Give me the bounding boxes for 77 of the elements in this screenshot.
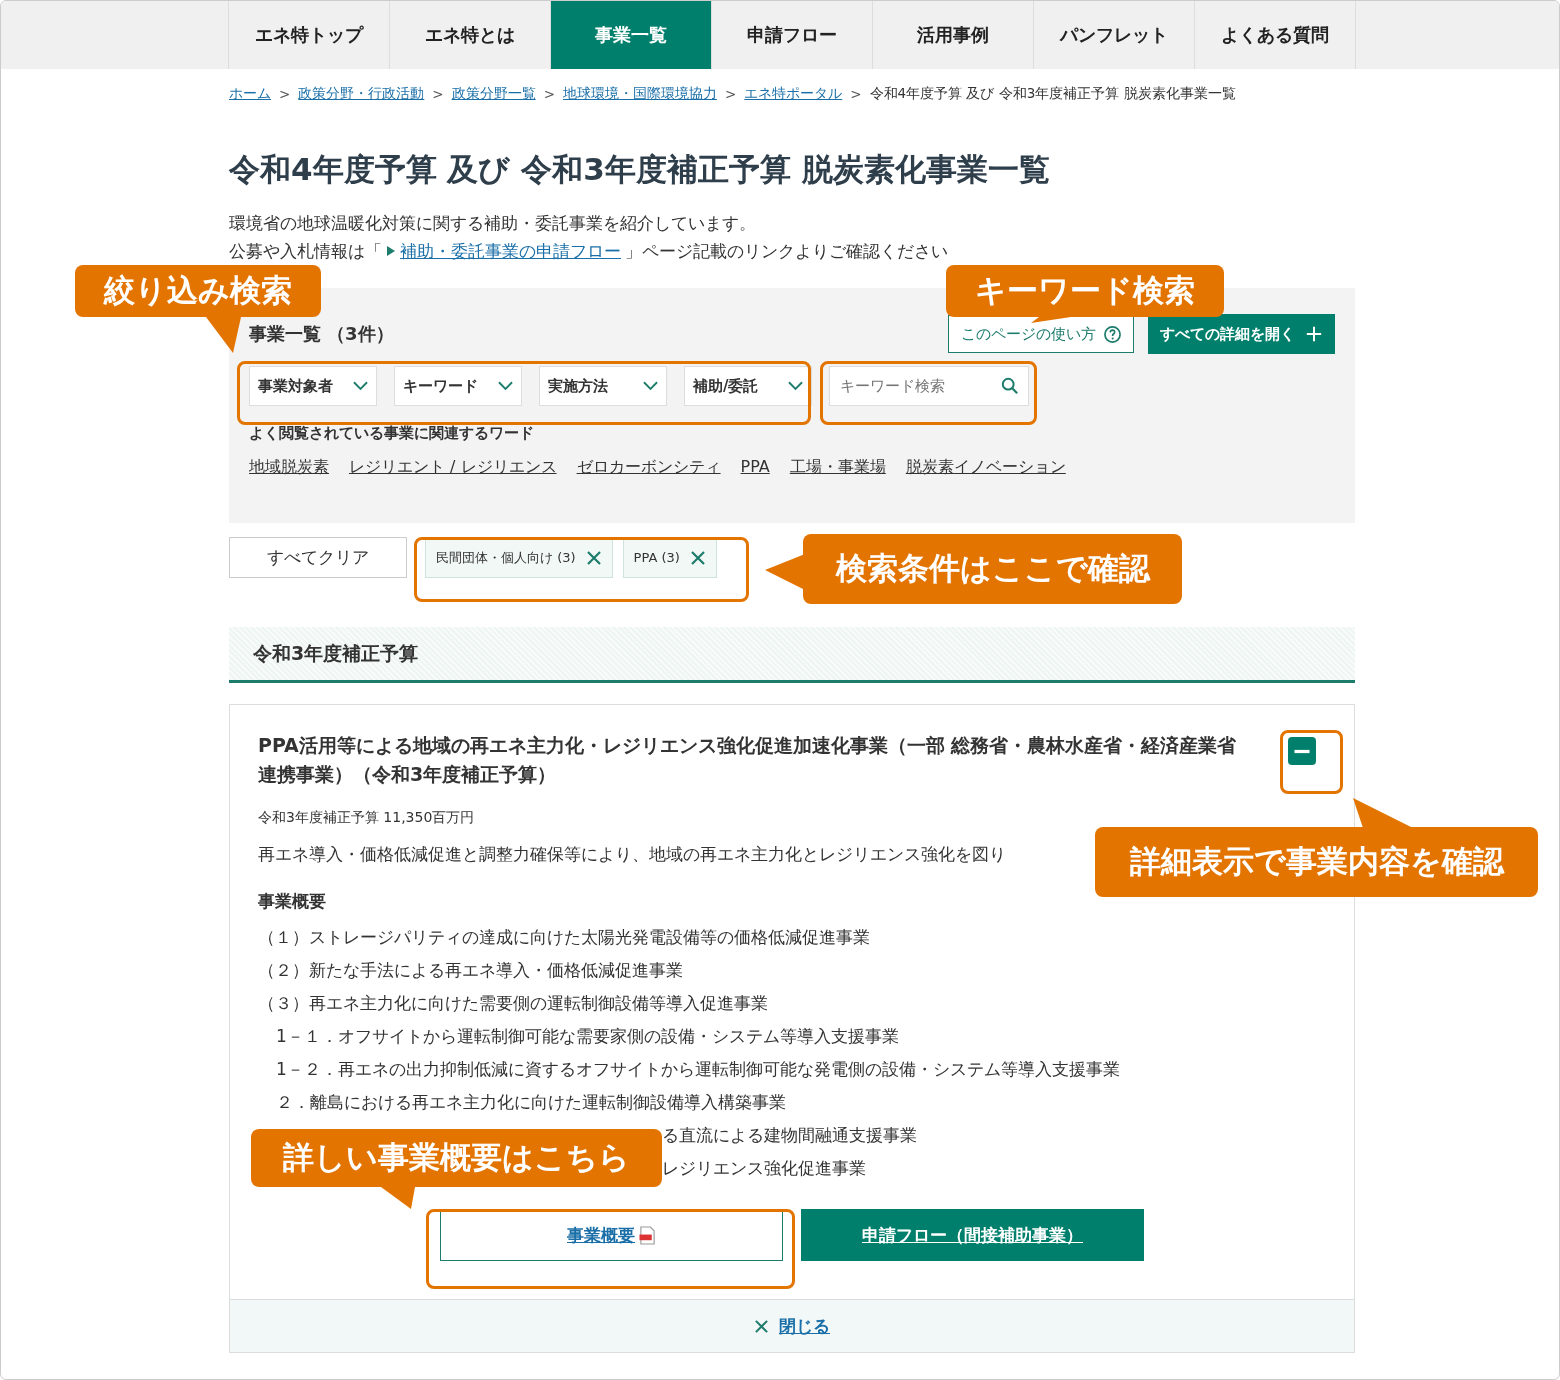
filter-dropdown[interactable]: 事業対象者 [249,366,377,406]
breadcrumb-current: 令和4年度予算 及び 令和3年度補正予算 脱炭素化事業一覧 [869,85,1236,103]
outline-item: （１）ストレージパリティの達成に向けた太陽光発電設備等の価格低減促進事業 [258,926,871,949]
result-count: （3件） [327,322,394,346]
chevron-down-icon [353,381,368,391]
nav-tab[interactable]: パンフレット [1033,1,1194,69]
close-icon [585,549,602,566]
breadcrumb-link[interactable]: 地球環境・国際環境協力 [562,85,717,103]
callout-pointer [1353,798,1413,828]
triangle-icon [386,245,396,257]
section-heading: 令和3年度補正予算 [229,627,1355,683]
intro-text: 環境省の地球温暖化対策に関する補助・委託事業を紹介しています。 [229,212,757,235]
outline-item: ２．離島における再エネ主力化に向けた運転制御設備導入構築事業 [276,1091,787,1114]
breadcrumb-separator: > [724,86,737,102]
breadcrumb-separator: > [279,86,291,102]
breadcrumb-separator: > [432,86,444,102]
highlight-frame [1280,730,1343,794]
chevron-down-icon [498,381,513,391]
nav-tab[interactable]: エネ特トップ [228,1,389,69]
callout-pointer [381,1187,415,1209]
keyword-link[interactable]: レジリエント / レジリエンス [349,457,557,478]
callout-pointer [206,317,241,353]
filter-chip[interactable]: 民間団体・個人向け (3) [425,537,613,578]
breadcrumb-separator: > [543,86,555,102]
minus-icon [1294,748,1310,754]
apply-flow-link[interactable]: 補助・委託事業の申請フロー [400,237,621,265]
callout-pointer [1031,317,1071,323]
page-title: 令和4年度予算 及び 令和3年度補正予算 脱炭素化事業一覧 [229,150,1051,189]
keyword-link[interactable]: 脱炭素イノベーション [905,457,1066,478]
list-heading: 事業一覧 [249,322,321,346]
breadcrumb-separator: > [850,86,862,102]
pdf-link-button[interactable]: 事業概要 [440,1209,783,1261]
breadcrumb-link[interactable]: 政策分野一覧 [451,85,536,103]
intro-text: 公募や入札情報は「 [229,240,382,263]
nav-tab[interactable]: よくある質問 [1194,1,1356,69]
filter-dropdown[interactable]: 補助/委託 [684,366,812,406]
nav-tab[interactable]: 活用事例 [872,1,1033,69]
question-icon [1104,325,1121,343]
keyword-link[interactable]: 工場・事業場 [789,457,886,478]
help-button[interactable]: このページの使い方 [948,315,1134,353]
keyword-search-field[interactable]: キーワード検索 [829,366,1029,406]
collapse-toggle-button[interactable] [1288,737,1316,765]
keyword-link[interactable]: 地域脱炭素 [249,457,329,478]
outline-item: レジリエンス強化促進事業 [662,1157,867,1180]
breadcrumb-link[interactable]: エネ特ポータル [744,85,843,103]
keyword-link[interactable]: ゼロカーボンシティ [576,457,721,478]
close-icon [689,549,706,566]
outline-item: 1－２．再エネの出力抑制低減に資するオフサイトから運転制御可能な発電側の設備・システム等導入支援事業 [276,1058,1121,1081]
nav-tab[interactable]: 申請フロー [711,1,872,69]
close-link[interactable]: 閉じる [754,1314,830,1338]
popular-words-heading: よく閲覧されている事業に関連するワード [249,424,535,443]
outline-heading: 事業概要 [258,890,327,913]
breadcrumb-link[interactable]: ホーム [229,85,271,103]
filter-dropdown[interactable]: キーワード [394,366,522,406]
expand-all-button[interactable]: すべての詳細を開く [1148,314,1335,354]
callout-pointer [765,554,805,590]
filter-dropdown[interactable]: 実施方法 [539,366,667,406]
search-icon [1001,377,1019,395]
outline-item: 1－１．オフサイトから運転制御可能な需要家側の設備・システム等導入支援事業 [276,1025,900,1048]
breadcrumb-link[interactable]: 政策分野・行政活動 [298,85,425,103]
chevron-down-icon [788,381,803,391]
apply-flow-button[interactable]: 申請フロー（間接補助事業） [801,1209,1144,1261]
chevron-down-icon [643,381,658,391]
nav-tab[interactable]: 事業一覧 [550,1,711,69]
outline-item: （３）再エネ主力化に向けた需要側の運転制御設備等導入促進事業 [258,992,769,1015]
outline-item: （２）新たな手法による再エネ導入・価格低減促進事業 [258,959,684,982]
clear-all-button[interactable]: すべてクリア [229,537,407,578]
pdf-file-icon [639,1225,656,1245]
intro-text: 」ページ記載のリンクよりご確認ください [625,240,948,263]
budget-text: 令和3年度補正予算 11,350百万円 [258,809,476,827]
keyword-link[interactable]: PPA [740,457,770,478]
outline-item: る直流による建物間融通支援事業 [662,1124,918,1147]
plus-icon [1305,325,1323,343]
filter-chip[interactable]: PPA (3) [622,537,717,578]
project-title: PPA活用等による地域の再エネ主力化・レジリエンス強化促進加速化事業（一部 総務省・農林水産省・経済産業省連携事業）（令和3年度補正予算） [258,733,1238,787]
close-icon [754,1318,769,1334]
summary-text: 再エネ導入・価格低減促進と調整力確保等により、地域の再エネ主力化とレジリエンス強化を図り [258,843,1006,866]
